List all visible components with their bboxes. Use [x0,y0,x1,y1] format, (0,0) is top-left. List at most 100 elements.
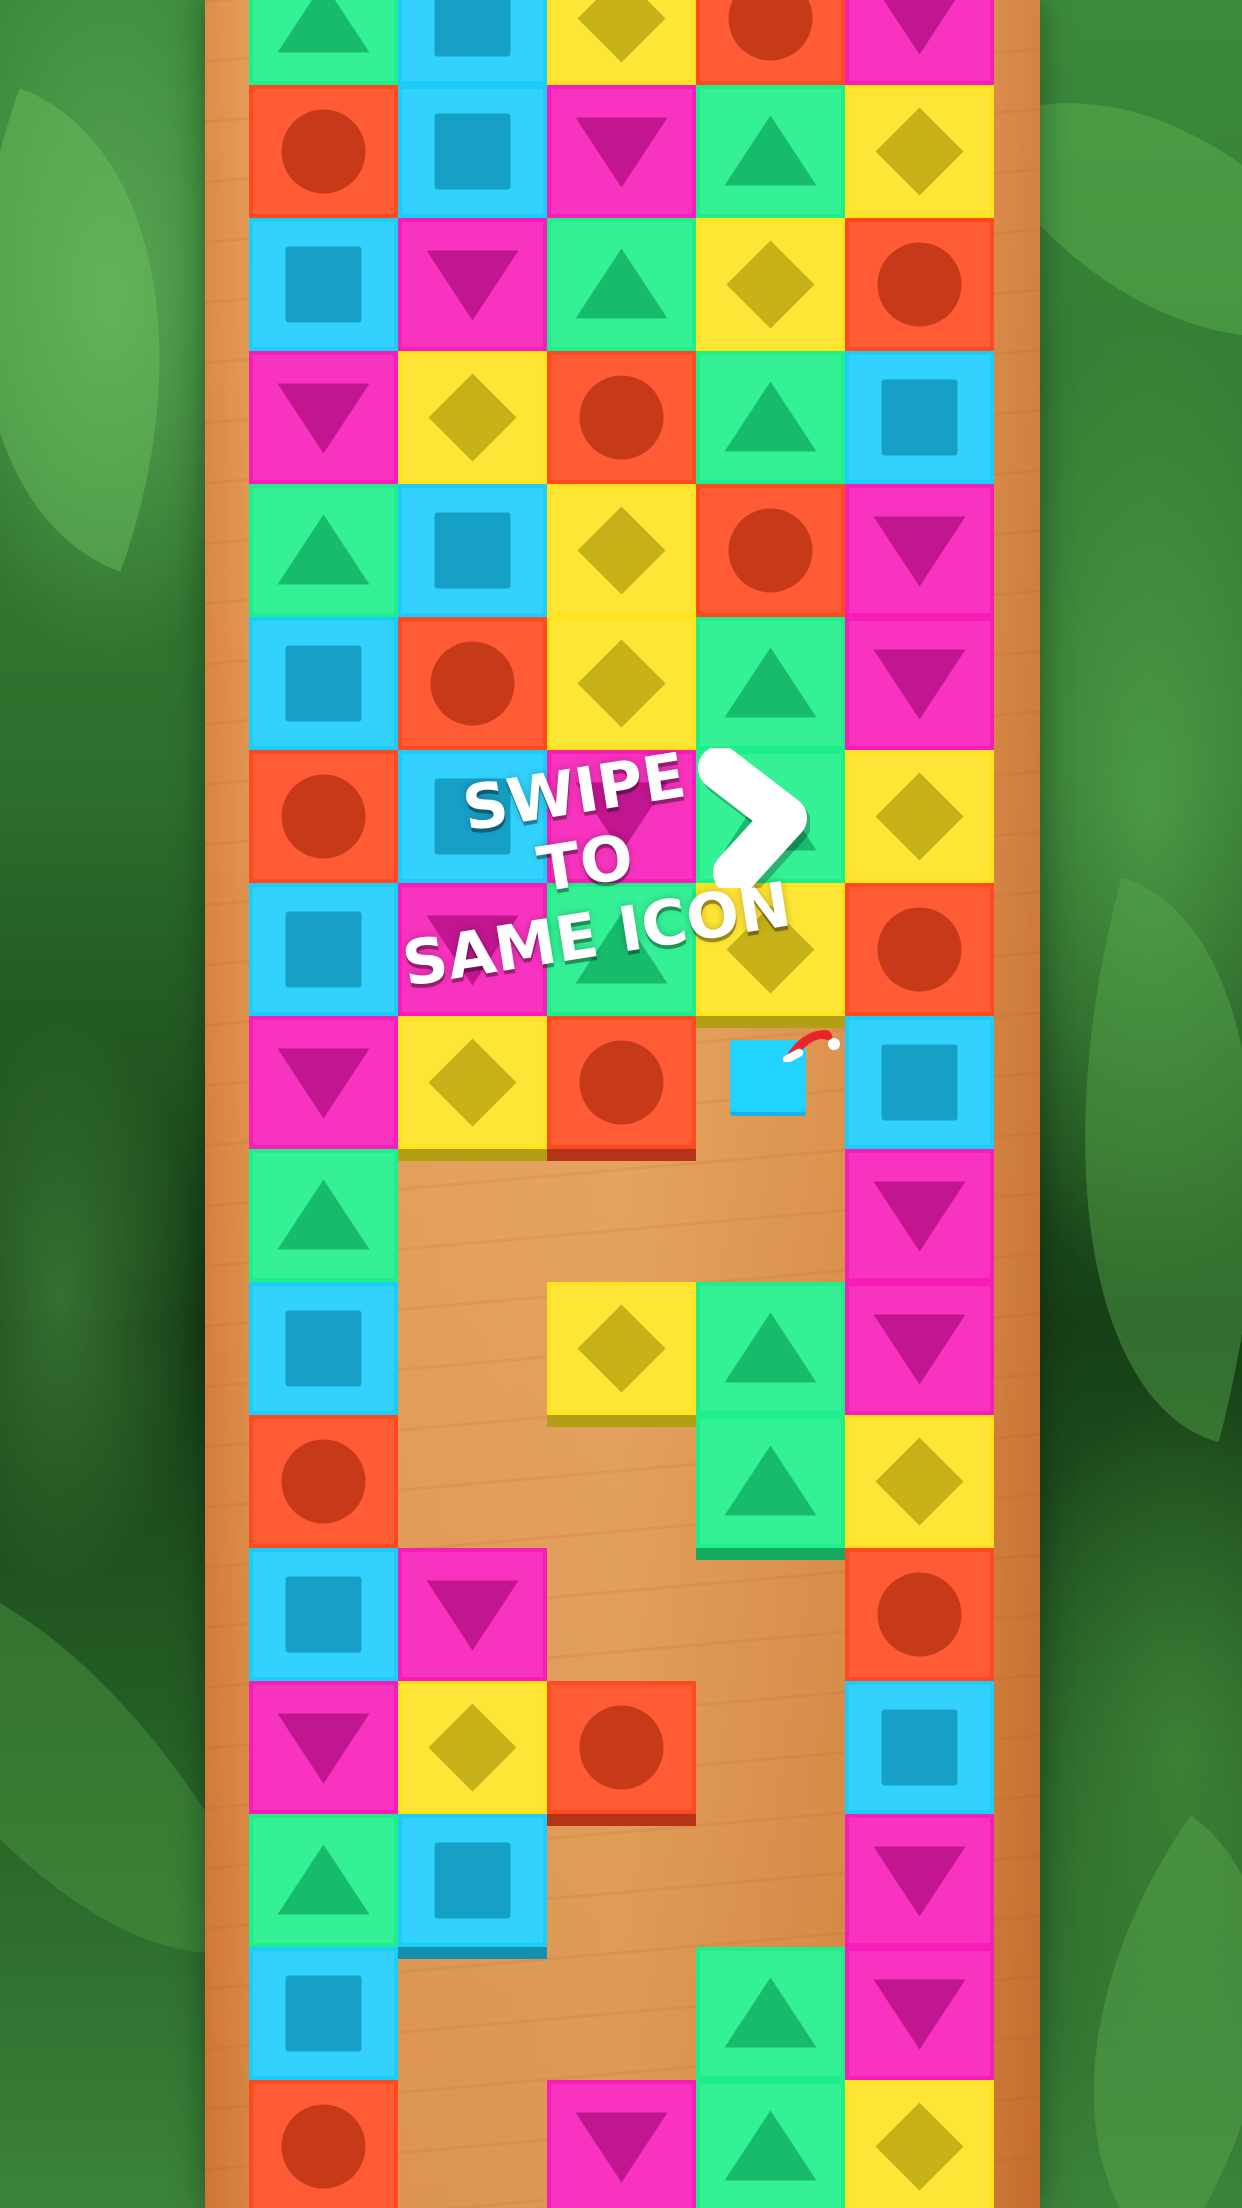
square-tile[interactable] [249,617,398,750]
triangle-tile[interactable] [696,1282,845,1415]
circle-icon [845,883,994,1016]
square-tile[interactable] [845,1016,994,1149]
triangle-icon [249,1814,398,1947]
square-tile[interactable] [249,1548,398,1681]
square-tile[interactable] [398,484,547,617]
inverted-triangle-tile[interactable] [845,1282,994,1415]
triangle-icon [249,1149,398,1282]
diamond-tile[interactable] [696,218,845,351]
circle-icon [845,218,994,351]
square-icon [398,85,547,218]
square-icon [845,351,994,484]
diamond-tile[interactable] [547,617,696,750]
diamond-tile[interactable] [398,351,547,484]
square-tile[interactable] [398,0,547,85]
diamond-tile[interactable] [845,85,994,218]
inverted-triangle-tile[interactable] [845,1149,994,1282]
triangle-tile[interactable] [249,484,398,617]
square-icon [845,1016,994,1149]
square-tile[interactable] [249,218,398,351]
square-icon [398,0,547,85]
inverted-triangle-tile[interactable] [845,484,994,617]
triangle-tile[interactable] [249,1814,398,1947]
inverted-triangle-tile[interactable] [398,1548,547,1681]
square-tile[interactable] [398,85,547,218]
circle-tile[interactable] [249,1415,398,1548]
square-icon [249,1282,398,1415]
circle-tile[interactable] [696,484,845,617]
square-icon [845,1681,994,1814]
inverted-triangle-tile[interactable] [547,85,696,218]
square-tile[interactable] [249,1947,398,2080]
triangle-tile[interactable] [249,1149,398,1282]
circle-tile[interactable] [845,218,994,351]
inverted-triangle-icon [845,617,994,750]
inverted-triangle-icon [845,1282,994,1415]
circle-tile[interactable] [249,2080,398,2208]
square-tile[interactable] [398,1814,547,1959]
square-tile[interactable] [845,1681,994,1814]
circle-icon [696,484,845,617]
diamond-tile[interactable] [845,750,994,883]
diamond-icon [398,351,547,484]
triangle-tile[interactable] [696,2080,845,2208]
circle-icon [845,1548,994,1681]
circle-tile[interactable] [249,85,398,218]
inverted-triangle-icon [249,351,398,484]
diamond-icon [845,85,994,218]
circle-tile[interactable] [845,1548,994,1681]
circle-tile[interactable] [696,0,845,85]
circle-tile[interactable] [398,617,547,750]
inverted-triangle-tile[interactable] [249,1681,398,1814]
triangle-icon [696,85,845,218]
inverted-triangle-icon [249,1016,398,1149]
circle-tile[interactable] [547,1681,696,1826]
diamond-tile[interactable] [845,1415,994,1548]
triangle-tile[interactable] [696,351,845,484]
inverted-triangle-icon [398,1548,547,1681]
santa-hat-icon [782,1030,840,1062]
square-icon [398,484,547,617]
inverted-triangle-tile[interactable] [845,1814,994,1947]
inverted-triangle-icon [547,85,696,218]
square-tile[interactable] [249,1282,398,1415]
triangle-tile[interactable] [696,85,845,218]
diamond-icon [845,2080,994,2208]
circle-icon [547,1681,696,1826]
inverted-triangle-tile[interactable] [845,617,994,750]
tile-grid [249,0,994,2208]
inverted-triangle-tile[interactable] [547,2080,696,2208]
square-tile[interactable] [845,351,994,484]
diamond-icon [696,218,845,351]
inverted-triangle-icon [845,1947,994,2080]
triangle-tile[interactable] [249,0,398,85]
inverted-triangle-tile[interactable] [398,218,547,351]
diamond-tile[interactable] [398,1681,547,1814]
triangle-icon [696,2080,845,2208]
inverted-triangle-icon [845,0,994,85]
triangle-icon [547,218,696,351]
diamond-tile[interactable] [547,1282,696,1427]
circle-tile[interactable] [845,883,994,1016]
circle-icon [398,617,547,750]
circle-icon [547,351,696,484]
diamond-icon [547,484,696,617]
triangle-tile[interactable] [547,218,696,351]
triangle-icon [696,351,845,484]
diamond-tile[interactable] [547,0,696,85]
diamond-icon [845,750,994,883]
diamond-tile[interactable] [845,2080,994,2208]
triangle-icon [249,0,398,85]
triangle-tile[interactable] [696,1947,845,2080]
circle-tile[interactable] [547,351,696,484]
inverted-triangle-tile[interactable] [249,351,398,484]
diamond-icon [547,1282,696,1427]
square-icon [249,617,398,750]
inverted-triangle-tile[interactable] [845,1947,994,2080]
inverted-triangle-tile[interactable] [249,1016,398,1149]
triangle-tile[interactable] [696,1415,845,1560]
inverted-triangle-tile[interactable] [845,0,994,85]
diamond-tile[interactable] [547,484,696,617]
square-icon [249,218,398,351]
triangle-icon [696,1947,845,2080]
